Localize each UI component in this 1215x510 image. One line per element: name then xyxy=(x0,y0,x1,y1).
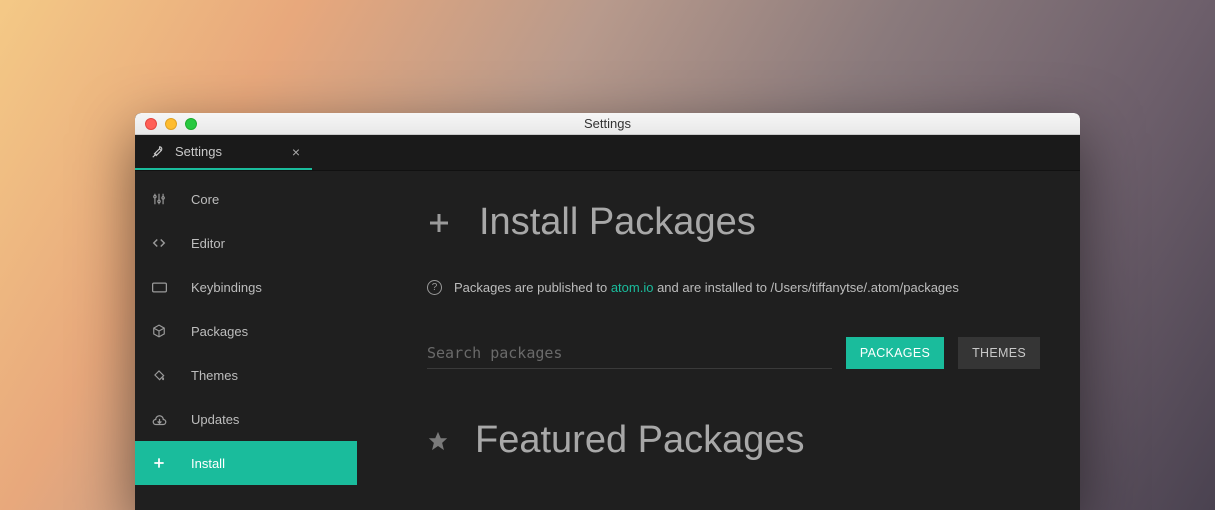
sidebar-item-keybindings[interactable]: Keybindings xyxy=(135,265,357,309)
sidebar-item-packages[interactable]: Packages xyxy=(135,309,357,353)
main-panel: Install Packages ? Packages are publishe… xyxy=(357,171,1080,510)
featured-title: Featured Packages xyxy=(475,419,805,462)
sidebar-item-core[interactable]: Core xyxy=(135,177,357,221)
search-row: PACKAGES THEMES xyxy=(427,337,1040,369)
wrench-icon xyxy=(151,145,165,159)
code-icon xyxy=(151,235,167,251)
paint-bucket-icon xyxy=(151,367,167,383)
sidebar-item-label: Updates xyxy=(191,412,239,427)
sidebar-item-label: Themes xyxy=(191,368,238,383)
themes-filter-button[interactable]: THEMES xyxy=(958,337,1040,369)
cloud-download-icon xyxy=(151,411,167,427)
help-icon[interactable]: ? xyxy=(427,280,442,295)
app-window: Settings Settings × xyxy=(135,113,1080,510)
plus-large-icon xyxy=(427,211,451,235)
sidebar-item-install[interactable]: Install xyxy=(135,441,357,485)
settings-sidebar: Core Editor xyxy=(135,171,357,510)
sidebar-item-label: Core xyxy=(191,192,219,207)
package-icon xyxy=(151,323,167,339)
window-body: Settings × Core xyxy=(135,135,1080,510)
sidebar-item-label: Keybindings xyxy=(191,280,262,295)
tab-settings[interactable]: Settings × xyxy=(135,135,312,170)
close-tab-icon[interactable]: × xyxy=(292,144,300,160)
content-area: Core Editor xyxy=(135,171,1080,510)
sidebar-item-editor[interactable]: Editor xyxy=(135,221,357,265)
titlebar: Settings xyxy=(135,113,1080,135)
sidebar-item-themes[interactable]: Themes xyxy=(135,353,357,397)
sidebar-item-label: Packages xyxy=(191,324,248,339)
sidebar-item-updates[interactable]: Updates xyxy=(135,397,357,441)
sidebar-item-label: Install xyxy=(191,456,225,471)
sliders-icon xyxy=(151,191,167,207)
featured-heading: Featured Packages xyxy=(427,419,1040,462)
page-title: Install Packages xyxy=(479,201,756,244)
keyboard-icon xyxy=(151,279,167,295)
plus-icon xyxy=(151,455,167,471)
tab-label: Settings xyxy=(175,144,222,159)
window-title: Settings xyxy=(135,116,1080,131)
packages-filter-button[interactable]: PACKAGES xyxy=(846,337,944,369)
sidebar-item-label: Editor xyxy=(191,236,225,251)
search-input[interactable] xyxy=(427,338,832,369)
star-icon xyxy=(427,430,449,452)
atom-io-link[interactable]: atom.io xyxy=(611,280,654,295)
info-line: ? Packages are published to atom.io and … xyxy=(427,280,1040,295)
info-text: Packages are published to atom.io and ar… xyxy=(454,280,959,295)
install-heading: Install Packages xyxy=(427,201,1040,244)
tab-bar: Settings × xyxy=(135,135,1080,171)
